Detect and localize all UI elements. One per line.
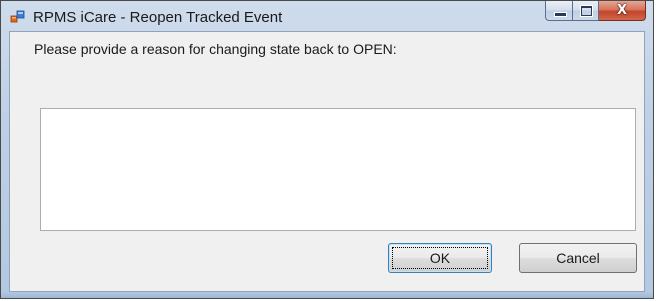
reason-input[interactable] [40,108,636,231]
minimize-button[interactable] [545,1,572,21]
window-title: RPMS iCare - Reopen Tracked Event [33,9,283,26]
close-button[interactable]: X [599,1,646,21]
caption-buttons: X [545,1,646,23]
cancel-button[interactable]: Cancel [519,243,637,273]
app-icon[interactable] [10,9,26,25]
close-icon: X [616,3,628,18]
maximize-icon [580,5,593,17]
ok-button-label: OK [429,250,451,266]
window-bottom-border [1,292,653,298]
minimize-icon [554,12,567,17]
title-bar[interactable]: RPMS iCare - Reopen Tracked Event X [1,1,653,31]
cancel-button-label: Cancel [556,250,600,266]
dialog-window: RPMS iCare - Reopen Tracked Event X Plea… [0,0,654,299]
maximize-button[interactable] [572,1,599,21]
reason-prompt-label: Please provide a reason for changing sta… [34,41,397,57]
ok-button[interactable]: OK [388,243,492,273]
